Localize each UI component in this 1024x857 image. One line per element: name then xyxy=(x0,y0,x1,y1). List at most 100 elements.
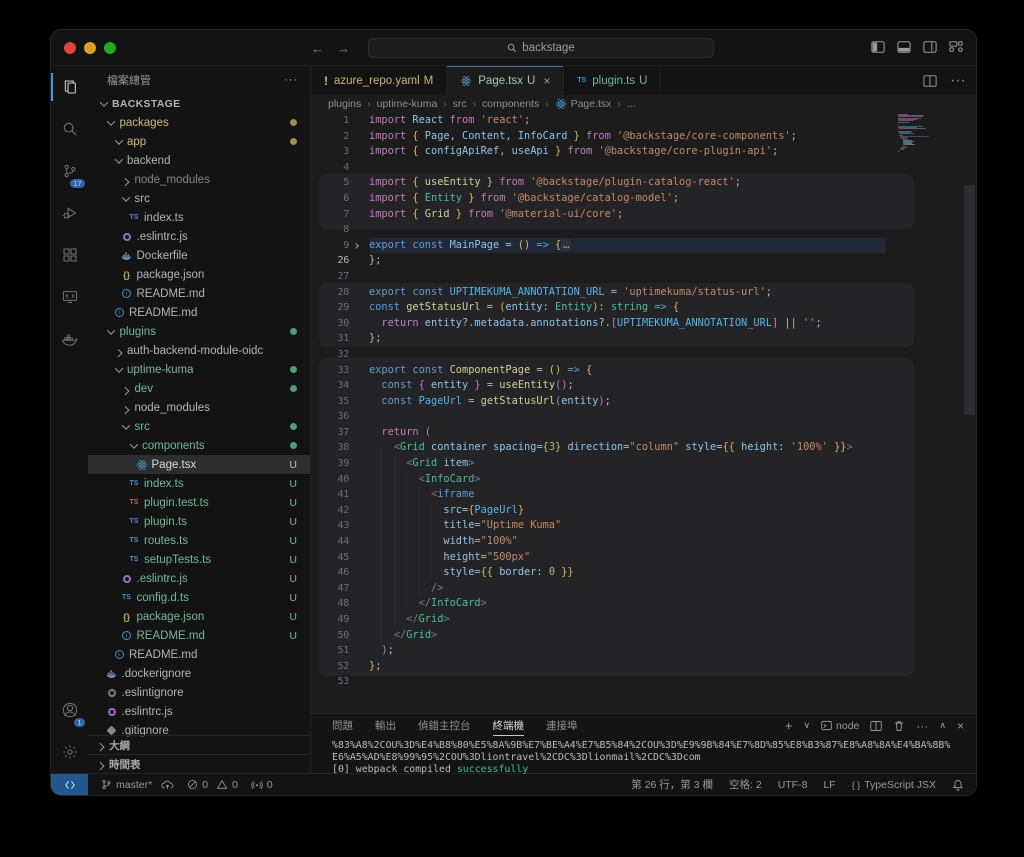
timeline-section[interactable]: 時間表 xyxy=(88,754,310,773)
tab-plugin-ts[interactable]: TS plugin.ts U xyxy=(564,66,662,95)
panel-tab[interactable]: 輸出 xyxy=(375,718,396,733)
outline-section[interactable]: 大綱 xyxy=(88,735,310,754)
code-line-33[interactable]: 33 export const ComponentPage = () => { xyxy=(311,363,853,379)
code-line-36[interactable]: 36 xyxy=(311,409,853,425)
code-line-41[interactable]: 41 <iframe xyxy=(311,487,853,503)
maximize-window-button[interactable] xyxy=(104,42,116,54)
tree-item--dockerignore[interactable]: .dockerignore xyxy=(88,664,310,683)
split-editor-icon[interactable] xyxy=(923,74,937,88)
tree-item-config-d-ts[interactable]: TS config.d.ts U xyxy=(88,588,310,607)
tree-item-readme-md[interactable]: i README.md xyxy=(88,303,310,322)
activity-run-debug[interactable] xyxy=(51,192,88,234)
code-line-46[interactable]: 46 style={{ border: 0 }} xyxy=(311,565,853,581)
code-line-44[interactable]: 44 width="100%" xyxy=(311,534,853,550)
customize-layout-icon[interactable] xyxy=(949,40,963,54)
panel-tab[interactable]: 連接埠 xyxy=(546,718,578,733)
code-line-30[interactable]: 30 return entity?.metadata.annotations?.… xyxy=(311,316,853,332)
tree-item-components[interactable]: components xyxy=(88,436,310,455)
nav-forward-icon[interactable]: → xyxy=(337,41,350,56)
tree-item-routes-ts[interactable]: TS routes.ts U xyxy=(88,531,310,550)
tree-item--eslintrc-js[interactable]: .eslintrc.js xyxy=(88,227,310,246)
code-line-45[interactable]: 45 height="500px" xyxy=(311,550,853,566)
code-line-40[interactable]: 40 <InfoCard> xyxy=(311,472,853,488)
breadcrumb-item[interactable]: Page.tsx xyxy=(555,98,611,110)
activity-extensions[interactable] xyxy=(51,234,88,276)
split-terminal-icon[interactable] xyxy=(870,720,883,732)
tree-item-backend[interactable]: backend xyxy=(88,151,310,170)
code-line-42[interactable]: 42 src={PageUrl} xyxy=(311,503,853,519)
activity-remote-explorer[interactable] xyxy=(51,276,88,318)
tree-item-node-modules[interactable]: node_modules xyxy=(88,170,310,189)
remote-indicator[interactable] xyxy=(51,774,88,795)
tree-item-package-json[interactable]: {} package.json U xyxy=(88,607,310,626)
breadcrumb-item[interactable]: plugins xyxy=(328,98,361,110)
activity-search[interactable] xyxy=(51,108,88,150)
tab-page-tsx[interactable]: Page.tsx U × xyxy=(447,66,565,95)
close-panel-icon[interactable]: × xyxy=(957,719,964,733)
kill-terminal-icon[interactable] xyxy=(893,720,905,732)
code-line-38[interactable]: 38 <Grid container spacing={3} direction… xyxy=(311,440,853,456)
code-line-2[interactable]: 2 import { Page, Content, InfoCard } from… xyxy=(311,129,853,145)
code-line-8[interactable]: 8 xyxy=(311,222,853,238)
tree-item-setuptests-ts[interactable]: TS setupTests.ts U xyxy=(88,550,310,569)
breadcrumb-item[interactable]: ... xyxy=(627,98,636,110)
encoding[interactable]: UTF-8 xyxy=(778,779,808,791)
panel-more-actions-icon[interactable]: ··· xyxy=(916,719,928,733)
breadcrumb-item[interactable]: uptime-kuma xyxy=(377,98,438,110)
tree-item-dev[interactable]: dev xyxy=(88,379,310,398)
tree-item-backstage[interactable]: BACKSTAGE xyxy=(88,94,310,113)
tree-item-readme-md[interactable]: i README.md xyxy=(88,284,310,303)
minimap[interactable] xyxy=(896,114,962,194)
activity-settings[interactable] xyxy=(51,731,88,773)
git-branch-status[interactable]: master* xyxy=(101,779,174,791)
code-line-29[interactable]: 29 const getStatusUrl = (entity: Entity):… xyxy=(311,300,853,316)
editor-more-actions-icon[interactable]: ··· xyxy=(950,72,966,90)
tree-item-plugins[interactable]: plugins xyxy=(88,322,310,341)
tree-item-plugin-test-ts[interactable]: TS plugin.test.ts U xyxy=(88,493,310,512)
port-forward-status[interactable]: 0 xyxy=(251,779,273,791)
indentation[interactable]: 空格: 2 xyxy=(729,777,762,792)
tree-item-packages[interactable]: packages xyxy=(88,113,310,132)
code-line-3[interactable]: 3 import { configApiRef, useApi } from '@… xyxy=(311,144,853,160)
tree-item--eslintrc-js[interactable]: .eslintrc.js xyxy=(88,702,310,721)
tree-item-src[interactable]: src xyxy=(88,417,310,436)
tree-item-index-ts[interactable]: TS index.ts U xyxy=(88,474,310,493)
code-line-48[interactable]: 48 </InfoCard> xyxy=(311,596,853,612)
code-line-35[interactable]: 35 const PageUrl = getStatusUrl(entity); xyxy=(311,394,853,410)
activity-explorer[interactable] xyxy=(51,66,88,108)
panel-tab[interactable]: 偵錯主控台 xyxy=(418,718,471,733)
explorer-actions-icon[interactable]: ··· xyxy=(284,74,298,86)
tree-item-readme-md[interactable]: i README.md xyxy=(88,645,310,664)
notifications-icon[interactable] xyxy=(952,779,964,791)
code-line-32[interactable]: 32 xyxy=(311,347,853,363)
eol[interactable]: LF xyxy=(823,779,835,791)
toggle-secondary-sidebar-icon[interactable] xyxy=(923,40,937,54)
breadcrumb-item[interactable]: components xyxy=(482,98,539,110)
code-line-50[interactable]: 50 </Grid> xyxy=(311,628,853,644)
code-line-47[interactable]: 47 /> xyxy=(311,581,853,597)
code-line-43[interactable]: 43 title="Uptime Kuma" xyxy=(311,518,853,534)
editor-scrollbar[interactable] xyxy=(964,185,975,415)
close-window-button[interactable] xyxy=(64,42,76,54)
terminal-instance[interactable]: node xyxy=(821,720,859,732)
activity-accounts[interactable]: 1 xyxy=(51,689,88,731)
language-mode[interactable]: { } TypeScript JSX xyxy=(852,779,936,791)
code-line-49[interactable]: 49 </Grid> xyxy=(311,612,853,628)
fold-icon[interactable] xyxy=(353,242,359,249)
tree-item--eslintrc-js[interactable]: .eslintrc.js U xyxy=(88,569,310,588)
code-line-37[interactable]: 37 return ( xyxy=(311,425,853,441)
close-tab-icon[interactable]: × xyxy=(543,74,550,88)
breadcrumb-item[interactable]: src xyxy=(453,98,467,110)
command-center-search[interactable]: backstage xyxy=(368,38,714,58)
tree-item-page-tsx[interactable]: Page.tsx U xyxy=(88,455,310,474)
tree-item--eslintignore[interactable]: .eslintignore xyxy=(88,683,310,702)
code-line-27[interactable]: 27 xyxy=(311,269,853,285)
tree-item-uptime-kuma[interactable]: uptime-kuma xyxy=(88,360,310,379)
code-line-51[interactable]: 51 ); xyxy=(311,643,853,659)
code-line-53[interactable]: 53 xyxy=(311,674,853,690)
code-editor[interactable]: 1 import React from 'react'; 2 import { Pag… xyxy=(311,113,976,712)
tree-item-package-json[interactable]: {} package.json xyxy=(88,265,310,284)
tree-item-dockerfile[interactable]: Dockerfile xyxy=(88,246,310,265)
code-line-6[interactable]: 6 import { Entity } from '@backstage/cata… xyxy=(311,191,853,207)
code-line-34[interactable]: 34 const { entity } = useEntity(); xyxy=(311,378,853,394)
